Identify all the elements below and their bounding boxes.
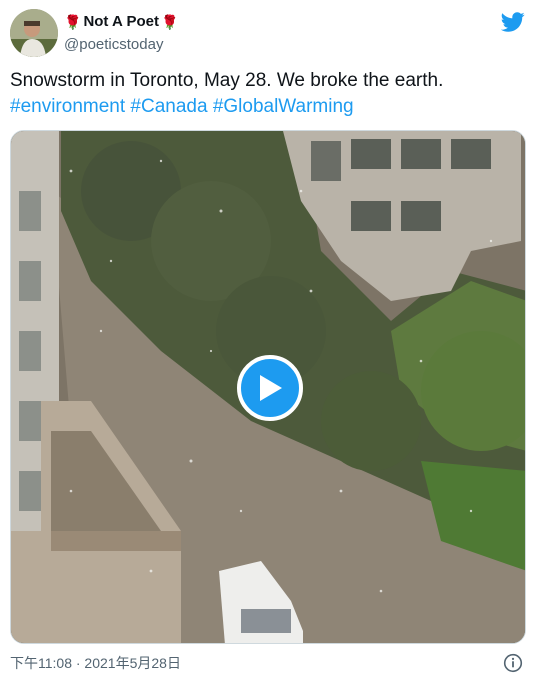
author-handle[interactable]: @poeticstoday bbox=[64, 35, 178, 55]
tweet-hashtags: #environment #Canada #GlobalWarming bbox=[10, 94, 520, 120]
info-icon[interactable] bbox=[503, 653, 523, 673]
hashtag-environment[interactable]: #environment bbox=[10, 96, 125, 117]
play-icon bbox=[260, 375, 282, 401]
author-display-name[interactable]: 🌹 Not A Poet 🌹 bbox=[64, 12, 178, 32]
rose-icon: 🌹 bbox=[161, 14, 179, 30]
hashtag-globalwarming[interactable]: #GlobalWarming bbox=[213, 96, 354, 117]
avatar-image bbox=[10, 9, 58, 57]
tweet-text: Snowstorm in Toronto, May 28. We broke t… bbox=[10, 70, 444, 91]
author-avatar[interactable] bbox=[10, 9, 58, 57]
play-button[interactable] bbox=[237, 355, 303, 421]
rose-icon: 🌹 bbox=[64, 14, 82, 30]
video-player[interactable] bbox=[10, 130, 526, 644]
twitter-bird-icon[interactable] bbox=[501, 10, 525, 34]
tweet-timestamp[interactable]: 下午11:08 · 2021年5月28日 bbox=[10, 654, 181, 672]
author-info: 🌹 Not A Poet 🌹 @poeticstoday bbox=[64, 12, 178, 55]
hashtag-canada[interactable]: #Canada bbox=[130, 96, 207, 117]
display-name-text: Not A Poet bbox=[83, 13, 159, 30]
tweet-card: 🌹 Not A Poet 🌹 @poeticstoday Snowstorm i… bbox=[0, 0, 539, 681]
